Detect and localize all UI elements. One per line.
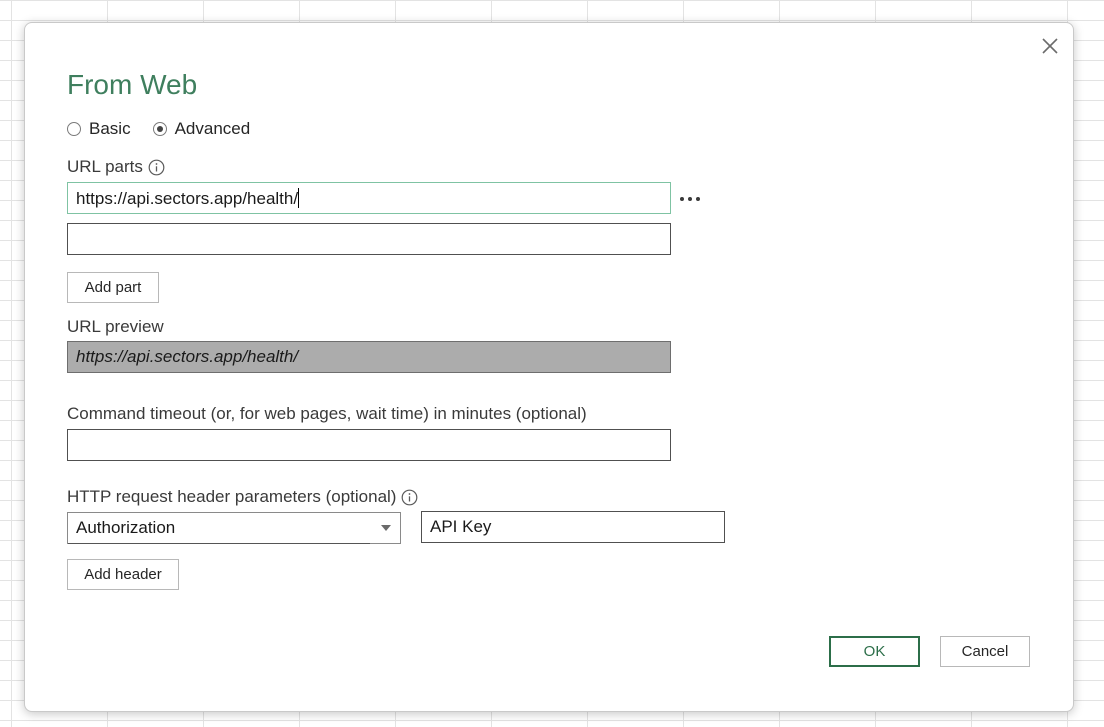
timeout-label-text: Command timeout (or, for web pages, wait… (67, 404, 587, 423)
radio-advanced-label: Advanced (174, 119, 251, 138)
header-name-dropdown[interactable]: Authorization (67, 512, 401, 544)
header-value-input[interactable]: API Key (421, 511, 725, 543)
from-web-dialog: From Web Basic Advanced URL parts https:… (24, 22, 1074, 712)
add-part-button[interactable]: Add part (67, 272, 159, 303)
radio-basic-circle[interactable] (67, 122, 81, 136)
url-parts-label: URL parts (67, 157, 143, 176)
dropdown-underline (68, 543, 370, 544)
header-name-value: Authorization (76, 518, 176, 537)
ellipsis-icon (680, 197, 700, 201)
text-caret (298, 188, 300, 208)
url-part-input-1[interactable]: https://api.sectors.app/health/ (67, 182, 671, 214)
add-header-button[interactable]: Add header (67, 559, 179, 590)
url-parts-label-row: URL parts (67, 157, 165, 177)
chevron-down-icon (381, 525, 391, 531)
header-value: API Key (430, 517, 492, 536)
url-preview-value: https://api.sectors.app/health/ (76, 347, 299, 366)
url-preview-label: URL preview (67, 317, 164, 337)
timeout-input[interactable] (67, 429, 671, 461)
headers-label: HTTP request header parameters (optional… (67, 487, 397, 506)
radio-advanced[interactable]: Advanced (152, 119, 251, 139)
radio-basic[interactable]: Basic (67, 119, 131, 139)
close-icon (1042, 38, 1058, 54)
url-part-1-value: https://api.sectors.app/health/ (76, 189, 299, 208)
ok-button[interactable]: OK (829, 636, 920, 667)
radio-basic-label: Basic (89, 119, 131, 138)
mode-radio-group: Basic Advanced (67, 119, 272, 139)
dialog-title: From Web (67, 69, 198, 100)
info-icon[interactable] (401, 489, 418, 506)
radio-advanced-circle[interactable] (152, 122, 167, 136)
cancel-button[interactable]: Cancel (940, 636, 1030, 667)
more-options-button[interactable] (677, 191, 705, 207)
timeout-label: Command timeout (or, for web pages, wait… (67, 404, 587, 424)
info-icon[interactable] (148, 159, 165, 176)
headers-label-row: HTTP request header parameters (optional… (67, 487, 418, 507)
url-preview-label-text: URL preview (67, 317, 164, 336)
url-part-input-2[interactable] (67, 223, 671, 255)
url-preview-field: https://api.sectors.app/health/ (67, 341, 671, 373)
close-button[interactable] (1037, 33, 1063, 59)
